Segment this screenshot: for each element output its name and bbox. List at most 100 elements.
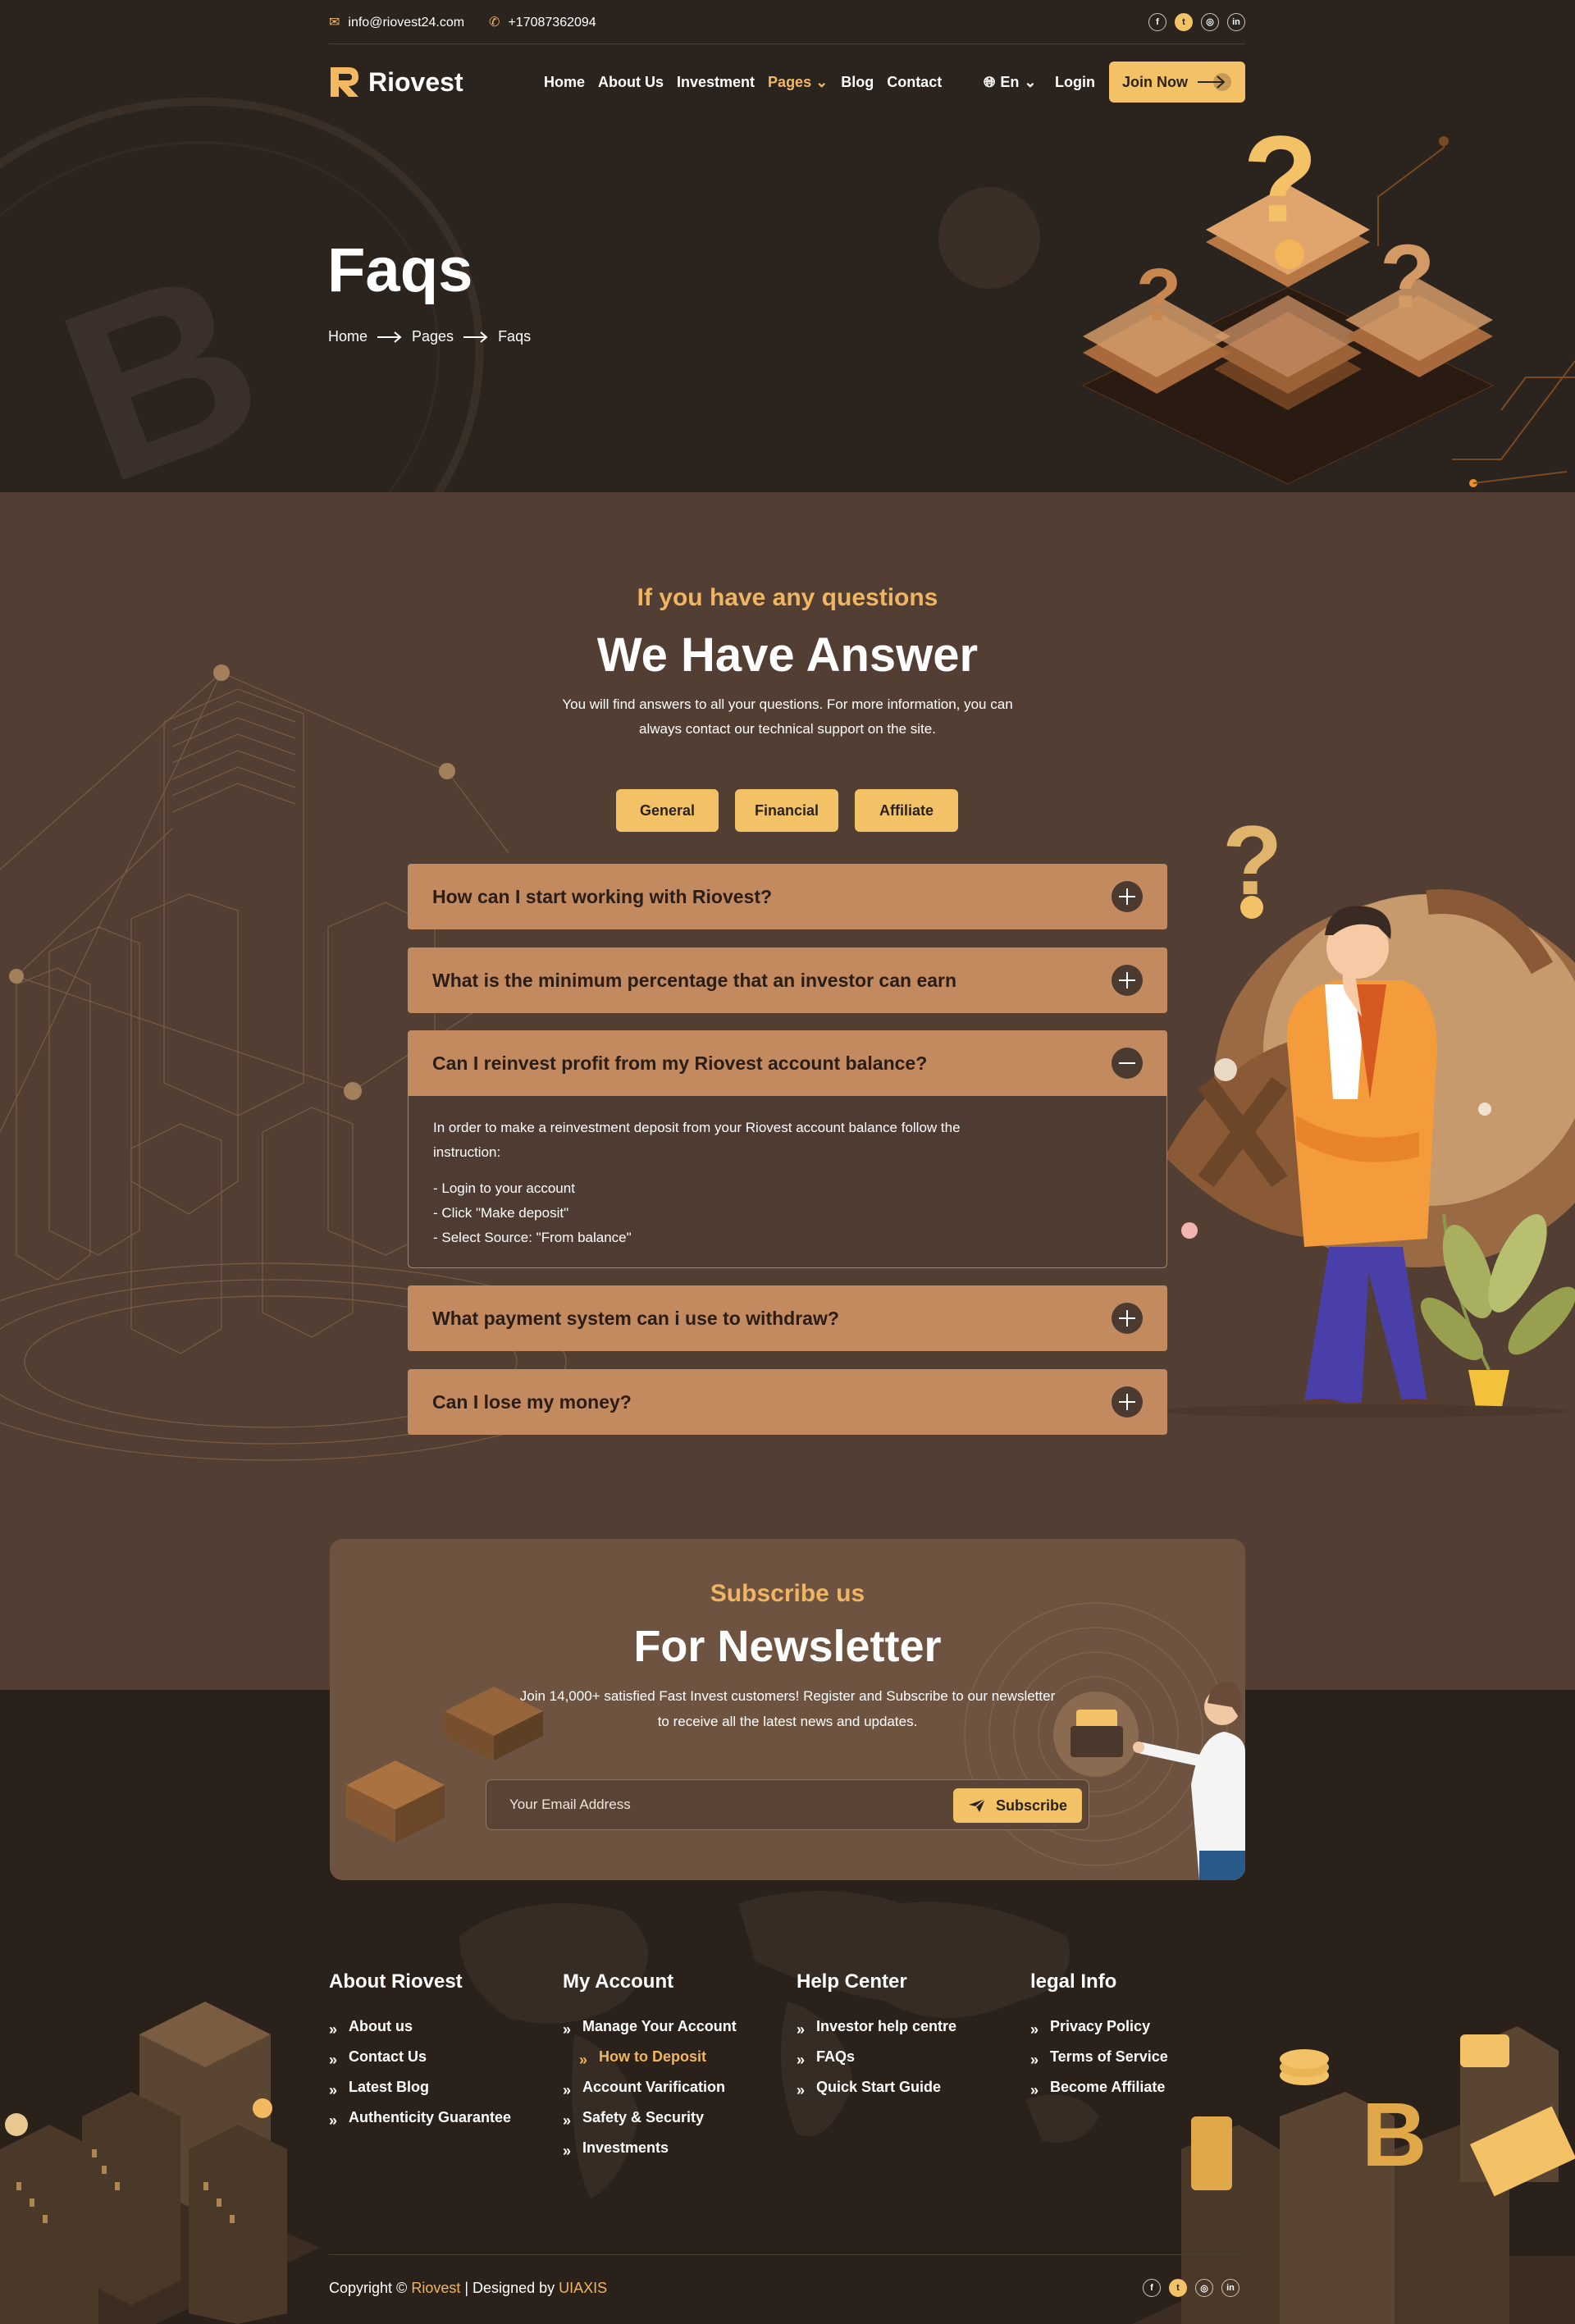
chevron-right-icon: »	[329, 2051, 338, 2068]
subscribe-button[interactable]: Subscribe	[953, 1788, 1082, 1823]
chevron-right-icon: »	[579, 2051, 588, 2068]
login-link[interactable]: Login	[1055, 74, 1095, 91]
footer-link[interactable]: » Account Varification	[563, 2072, 737, 2103]
footer-link[interactable]: » Terms of Service	[1030, 2042, 1168, 2072]
footer-column-legal: legal Info » Privacy Policy » Terms of Ser…	[1030, 1970, 1168, 2103]
footer-link-label: FAQs	[816, 2048, 856, 2065]
faq-item[interactable]: What is the minimum percentage that an i…	[408, 947, 1167, 1013]
instagram-icon[interactable]: ◎	[1195, 2279, 1213, 2297]
faq-answer-step: - Select Source: "From balance"	[433, 1230, 632, 1245]
nav-item-blog[interactable]: Blog	[841, 74, 874, 91]
nav-item-home[interactable]: Home	[544, 74, 585, 91]
tab-general[interactable]: General	[616, 789, 719, 832]
linkedin-icon[interactable]: in	[1227, 12, 1245, 31]
linkedin-icon[interactable]: in	[1221, 2279, 1239, 2297]
footer-social-links: f t ◎ in	[1143, 2279, 1239, 2297]
footer-link[interactable]: » FAQs	[797, 2042, 956, 2072]
nav-item-investment[interactable]: Investment	[677, 74, 755, 91]
faq-answer-step: - Login to your account	[433, 1180, 575, 1196]
footer-link[interactable]: » About us	[329, 2011, 511, 2042]
footer-link[interactable]: » Investments	[563, 2133, 737, 2163]
breadcrumb-pages[interactable]: Pages	[412, 328, 454, 345]
tab-financial[interactable]: Financial	[735, 789, 838, 832]
email-contact[interactable]: ✉ info@riovest24.com	[329, 14, 464, 30]
faq-description: You will find answers to all your questi…	[562, 696, 1013, 737]
footer-link-active[interactable]: » How to Deposit	[563, 2042, 737, 2072]
newsletter-section: Subscribe us For Newsletter Join 14,000+…	[330, 1539, 1245, 1880]
faq-item-open[interactable]: Can I reinvest profit from my Riovest ac…	[408, 1030, 1167, 1096]
chevron-right-icon: »	[797, 2051, 806, 2068]
plus-icon[interactable]	[1112, 1386, 1143, 1418]
footer-link[interactable]: » Contact Us	[329, 2042, 511, 2072]
footer-column-title: About Riovest	[329, 1970, 463, 1993]
facebook-icon[interactable]: f	[1148, 12, 1166, 31]
chevron-right-icon: »	[329, 2112, 338, 2129]
footer-column-title: My Account	[563, 1970, 674, 1993]
faq-item[interactable]: What payment system can i use to withdra…	[408, 1285, 1167, 1351]
faq-answer: In order to make a reinvestment deposit …	[408, 1096, 1167, 1268]
phone-contact[interactable]: ✆ +17087362094	[489, 14, 596, 30]
twitter-icon[interactable]: t	[1175, 12, 1193, 31]
footer-column-title: legal Info	[1030, 1970, 1117, 1993]
copyright: Copyright © Riovest | Designed by UIAXIS	[329, 2280, 607, 2297]
footer-link[interactable]: » Privacy Policy	[1030, 2011, 1168, 2042]
footer-link[interactable]: » Latest Blog	[329, 2072, 511, 2103]
footer-link[interactable]: » Authenticity Guarantee	[329, 2103, 511, 2133]
language-select[interactable]: 🌐︎ En ⌄	[984, 74, 1037, 91]
footer-link-label: Authenticity Guarantee	[349, 2109, 512, 2125]
facebook-icon[interactable]: f	[1143, 2279, 1161, 2297]
logo-icon	[331, 67, 358, 97]
footer-link-label: Manage Your Account	[582, 2018, 737, 2034]
page-title: Faqs	[327, 235, 473, 305]
faq-tabs: General Financial Affiliate	[616, 789, 958, 832]
subscribe-label: Subscribe	[995, 1797, 1068, 1814]
footer-link-label: About us	[349, 2018, 413, 2034]
breadcrumb-home[interactable]: Home	[328, 328, 368, 345]
footer-link-label: Safety & Security	[582, 2109, 705, 2125]
svg-text:?: ?	[1136, 254, 1181, 336]
instagram-icon[interactable]: ◎	[1201, 12, 1219, 31]
minus-icon[interactable]	[1112, 1048, 1143, 1079]
tab-affiliate[interactable]: Affiliate	[855, 789, 958, 832]
newsletter-subtitle: Subscribe us	[710, 1580, 865, 1607]
logo[interactable]: Riovest	[329, 66, 463, 98]
envelope-icon: ✉	[329, 15, 340, 30]
arrow-right-icon	[463, 331, 488, 343]
social-links: f t ◎ in	[1148, 12, 1245, 31]
footer-link-label: Privacy Policy	[1050, 2018, 1151, 2034]
faq-item[interactable]: How can I start working with Riovest?	[408, 864, 1167, 929]
twitter-icon[interactable]: t	[1169, 2279, 1187, 2297]
plus-icon[interactable]	[1112, 881, 1143, 912]
brand-link[interactable]: Riovest	[411, 2280, 460, 2296]
email-input[interactable]	[486, 1780, 946, 1829]
plus-icon[interactable]	[1112, 965, 1143, 996]
newsletter-title: For Newsletter	[633, 1622, 942, 1671]
footer-link[interactable]: » Manage Your Account	[563, 2011, 737, 2042]
faq-title: We Have Answer	[596, 628, 979, 682]
faq-question: How can I start working with Riovest?	[432, 885, 773, 907]
footer-link[interactable]: » Quick Start Guide	[797, 2072, 956, 2103]
chevron-right-icon: »	[563, 2081, 572, 2098]
footer-link[interactable]: » Become Affiliate	[1030, 2072, 1168, 2103]
footer-column-help: Help Center » Investor help centre » FAQs …	[797, 1970, 956, 2103]
nav-item-contact[interactable]: Contact	[887, 74, 942, 91]
logo-text: Riovest	[368, 66, 463, 97]
newsletter-description: Join 14,000+ satisfied Fast Invest custo…	[519, 1688, 1056, 1729]
footer-divider	[329, 2254, 1245, 2255]
footer-link[interactable]: » Safety & Security	[563, 2103, 737, 2133]
nav-item-pages[interactable]: Pages ⌄	[768, 74, 828, 91]
faq-item[interactable]: Can I lose my money?	[408, 1369, 1167, 1435]
paper-plane-icon	[968, 1798, 986, 1812]
join-now-button[interactable]: Join Now	[1109, 62, 1245, 103]
nav-menu: Home About Us Investment Pages ⌄ Blog Co…	[544, 74, 942, 91]
faq-answer-intro: In order to make a reinvestment deposit …	[433, 1120, 961, 1160]
footer-link[interactable]: » Investor help centre	[797, 2011, 956, 2042]
plus-icon[interactable]	[1112, 1303, 1143, 1334]
svg-text:B: B	[31, 215, 293, 492]
designer-link[interactable]: UIAXIS	[559, 2280, 607, 2296]
faq-question: What is the minimum percentage that an i…	[432, 969, 957, 991]
nav-item-pages-label: Pages	[768, 73, 812, 90]
footer-link-label: Become Affiliate	[1050, 2079, 1166, 2095]
nav-item-about[interactable]: About Us	[598, 74, 664, 91]
svg-text:?: ?	[1243, 110, 1318, 248]
